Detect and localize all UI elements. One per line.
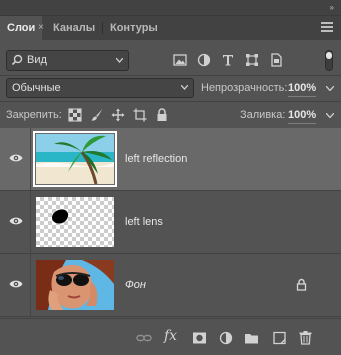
lens-shape-thumbnail-icon <box>52 209 69 224</box>
layer-thumbnail[interactable] <box>36 260 114 310</box>
tab-channels[interactable]: Каналы <box>46 16 102 40</box>
layer-name[interactable]: left lens <box>125 216 163 228</box>
woman-sunglasses-thumbnail-icon <box>36 260 114 310</box>
link-layers-icon[interactable] <box>136 331 152 345</box>
tab-paths[interactable]: Контуры <box>103 16 165 40</box>
visibility-eye-icon[interactable] <box>9 216 23 226</box>
filter-kind-label: Вид <box>27 54 47 66</box>
layer-name[interactable]: left reflection <box>125 153 187 165</box>
panel-menu-icon[interactable] <box>321 22 333 32</box>
layer-locked-icon[interactable] <box>296 278 307 291</box>
filter-toggle-switch[interactable] <box>325 50 333 71</box>
lock-image-pixels-icon[interactable] <box>90 108 104 122</box>
image-filter-icon[interactable] <box>173 53 187 67</box>
smart-object-filter-icon[interactable] <box>269 53 283 67</box>
layers-bottom-toolbar: fx <box>0 318 341 355</box>
layer-thumbnail[interactable] <box>33 131 117 187</box>
adjustment-filter-icon[interactable] <box>197 53 211 67</box>
panel-top-strip: » <box>0 0 341 16</box>
lock-artboard-icon[interactable] <box>133 108 147 122</box>
panel-tab-bar: Слои Каналы Контуры × <box>0 16 341 40</box>
shape-filter-icon[interactable] <box>245 53 259 67</box>
layers-list: left reflection left lens Фон <box>0 128 341 318</box>
close-tab-icon[interactable]: × <box>38 16 44 40</box>
layer-row[interactable]: left reflection <box>0 128 341 191</box>
chevron-down-icon <box>116 58 123 63</box>
opacity-slider-chevron-icon[interactable] <box>326 86 334 91</box>
adjustment-layer-icon[interactable] <box>219 331 234 345</box>
layer-filter-select[interactable]: Вид <box>6 50 129 71</box>
column-divider <box>30 128 31 191</box>
visibility-eye-icon[interactable] <box>9 153 23 163</box>
new-layer-icon[interactable] <box>272 331 287 345</box>
fill-input[interactable]: 100% <box>288 106 316 124</box>
beach-palm-thumbnail-icon <box>36 134 114 184</box>
column-divider <box>30 191 31 254</box>
lock-position-icon[interactable] <box>111 108 125 122</box>
layer-row[interactable]: Фон <box>0 254 341 317</box>
lock-label: Закрепить: <box>6 109 62 121</box>
delete-layer-icon[interactable] <box>298 331 313 345</box>
layer-thumbnail[interactable] <box>36 197 114 247</box>
opacity-input[interactable]: 100% <box>288 79 316 97</box>
chevron-down-icon <box>181 85 188 90</box>
layer-row[interactable]: left lens <box>0 191 341 254</box>
layer-name[interactable]: Фон <box>125 279 146 291</box>
fx-icon[interactable]: fx <box>164 328 177 344</box>
visibility-eye-icon[interactable] <box>9 279 23 289</box>
divider <box>0 101 341 102</box>
fill-slider-chevron-icon[interactable] <box>326 113 334 118</box>
divider <box>0 75 341 76</box>
add-mask-icon[interactable] <box>192 331 207 345</box>
blend-mode-value: Обычные <box>12 82 61 94</box>
collapse-panel-icon[interactable]: » <box>330 3 335 12</box>
search-icon <box>11 54 23 66</box>
fill-label: Заливка: <box>240 109 286 121</box>
column-divider <box>30 254 31 317</box>
blend-mode-select[interactable]: Обычные <box>6 78 194 98</box>
opacity-label: Непрозрачность: <box>201 82 288 94</box>
lock-transparent-pixels-icon[interactable] <box>68 108 82 122</box>
lock-all-icon[interactable] <box>155 108 169 122</box>
type-filter-icon[interactable] <box>221 53 235 67</box>
new-group-icon[interactable] <box>244 331 259 345</box>
tab-layers[interactable]: Слои <box>0 16 43 40</box>
